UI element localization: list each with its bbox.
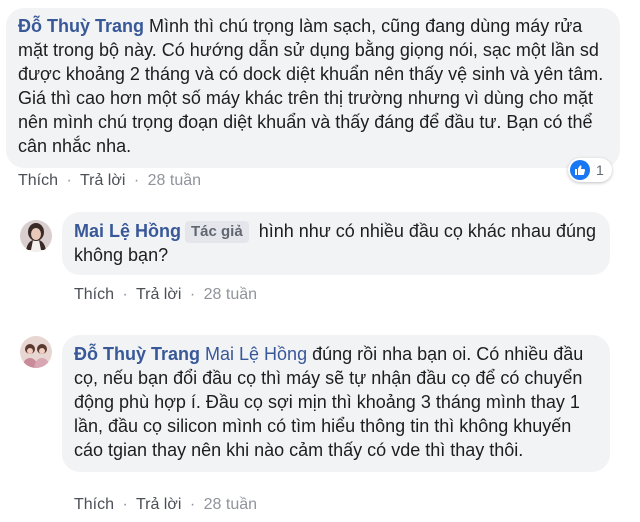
reply-author[interactable]: Đỗ Thuỳ Trang xyxy=(74,344,200,364)
separator: · xyxy=(133,172,140,189)
separator: · xyxy=(189,286,196,303)
like-link[interactable]: Thích xyxy=(74,496,114,513)
avatar[interactable] xyxy=(20,336,52,368)
reply-bubble-2: Đỗ Thuỳ Trang Mai Lệ Hồng đúng rồi nha b… xyxy=(62,335,610,472)
like-link[interactable]: Thích xyxy=(74,286,114,303)
reply-link[interactable]: Trả lời xyxy=(136,286,181,303)
reply-author[interactable]: Mai Lệ Hồng xyxy=(74,221,181,241)
reply-link[interactable]: Trả lời xyxy=(80,172,125,189)
timestamp[interactable]: 28 tuần xyxy=(204,496,257,513)
reply-bubble-1: Mai Lệ Hồng Tác giả hình như có nhiều đầu … xyxy=(62,212,610,275)
separator: · xyxy=(189,496,196,513)
like-reaction-icon xyxy=(570,160,590,180)
comment-bubble-1: Đỗ Thuỳ Trang Mình thì chú trọng làm sạc… xyxy=(6,8,620,168)
comment-text: Mình thì chú trọng làm sạch, cũng đang d… xyxy=(18,16,604,156)
reaction-count: 1 xyxy=(596,162,604,178)
avatar[interactable] xyxy=(20,220,52,252)
reply-actions-2: Thích · Trả lời · 28 tuần xyxy=(74,496,257,514)
mention-link[interactable]: Mai Lệ Hồng xyxy=(205,344,307,364)
reply-link[interactable]: Trả lời xyxy=(136,496,181,513)
separator: · xyxy=(66,172,72,189)
timestamp[interactable]: 28 tuần xyxy=(204,286,257,303)
comment-author[interactable]: Đỗ Thuỳ Trang xyxy=(18,16,144,36)
separator: · xyxy=(122,496,128,513)
like-link[interactable]: Thích xyxy=(18,172,58,189)
reply-actions-1: Thích · Trả lời · 28 tuần xyxy=(74,286,257,304)
timestamp[interactable]: 28 tuần xyxy=(148,172,201,189)
reaction-count-pill[interactable]: 1 xyxy=(568,158,612,182)
comment-actions-1: Thích · Trả lời · 28 tuần xyxy=(18,172,201,190)
author-badge: Tác giả xyxy=(185,221,249,243)
separator: · xyxy=(122,286,128,303)
